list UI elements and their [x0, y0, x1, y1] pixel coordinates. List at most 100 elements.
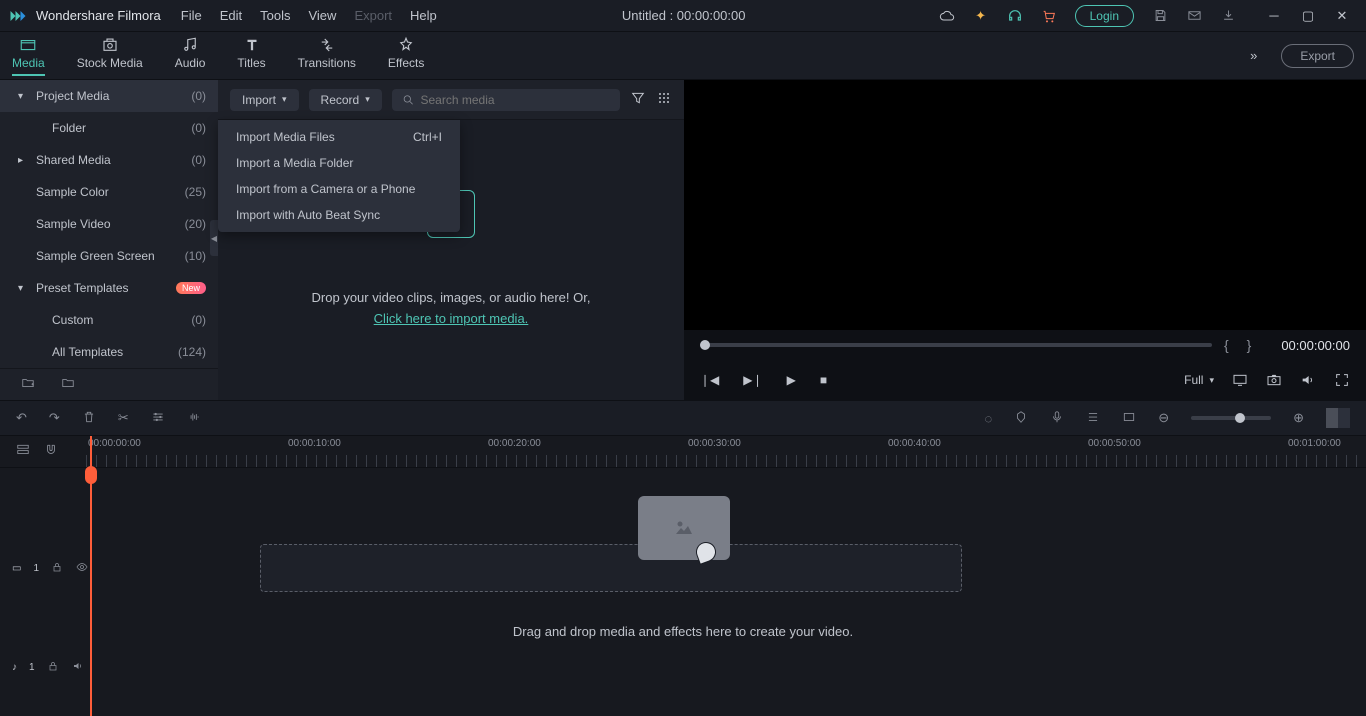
split-icon[interactable]: ✂	[118, 410, 129, 426]
cart-icon[interactable]	[1041, 8, 1057, 24]
filter-icon[interactable]	[630, 90, 646, 109]
lock-icon[interactable]	[47, 660, 59, 675]
menu-help[interactable]: Help	[410, 8, 437, 23]
audio-waveform-icon[interactable]	[187, 410, 201, 427]
export-button[interactable]: Export	[1281, 44, 1354, 68]
menu-tools[interactable]: Tools	[260, 8, 290, 23]
collapse-sidebar-handle[interactable]: ◀	[210, 220, 218, 256]
preview-quality-dropdown[interactable]: Full ▾	[1184, 373, 1214, 387]
tab-stock-media[interactable]: Stock Media	[77, 36, 143, 76]
tab-media[interactable]: Media	[12, 36, 45, 76]
playhead[interactable]	[90, 436, 92, 716]
import-media-files[interactable]: Import Media FilesCtrl+I	[218, 124, 460, 150]
search-input[interactable]	[421, 93, 611, 107]
timeline-ruler[interactable]: 00:00:00:00 00:00:10:00 00:00:20:00 00:0…	[86, 436, 1366, 467]
import-dropdown-button[interactable]: Import▾	[230, 89, 299, 111]
timeline-area: 00:00:00:00 00:00:10:00 00:00:20:00 00:0…	[0, 436, 1366, 716]
menu-file[interactable]: File	[181, 8, 202, 23]
mute-icon[interactable]	[71, 660, 85, 675]
lock-icon[interactable]	[51, 561, 63, 576]
dragged-media-thumb[interactable]	[638, 496, 730, 560]
crop-icon[interactable]	[1122, 410, 1136, 427]
close-icon[interactable]: ✕	[1334, 8, 1350, 24]
menu-view[interactable]: View	[308, 8, 336, 23]
sidebar-item-sample-green-screen[interactable]: Sample Green Screen(10)	[0, 240, 218, 272]
voiceover-icon[interactable]	[1050, 410, 1064, 427]
fullscreen-icon[interactable]	[1334, 372, 1350, 388]
save-icon[interactable]	[1152, 8, 1168, 24]
sidebar-item-sample-video[interactable]: Sample Video(20)	[0, 208, 218, 240]
track-manager-icon[interactable]	[16, 443, 30, 460]
import-media-folder[interactable]: Import a Media Folder	[218, 150, 460, 176]
ruler-mark: 00:00:20:00	[488, 438, 541, 449]
sidebar-item-shared-media[interactable]: ▸Shared Media(0)	[0, 144, 218, 176]
mixer-icon[interactable]	[1086, 410, 1100, 427]
redo-icon[interactable]: ↷	[49, 410, 60, 426]
import-from-camera[interactable]: Import from a Camera or a Phone	[218, 176, 460, 202]
display-icon[interactable]	[1232, 372, 1248, 388]
mail-icon[interactable]	[1186, 8, 1202, 24]
more-tabs-icon[interactable]: »	[1250, 48, 1257, 63]
tab-effects-label: Effects	[388, 56, 424, 70]
magnet-icon[interactable]	[44, 443, 58, 460]
sidebar-item-all-templates[interactable]: All Templates(124)	[0, 336, 218, 368]
new-folder-icon[interactable]	[20, 376, 36, 393]
tab-transitions-label: Transitions	[298, 56, 356, 70]
play-button[interactable]: ▶	[787, 373, 796, 387]
sidebar-item-preset-templates[interactable]: ▾Preset TemplatesNew	[0, 272, 218, 304]
zoom-out-icon[interactable]: ⊖	[1158, 410, 1169, 426]
delete-icon[interactable]	[82, 410, 96, 427]
record-dropdown-button[interactable]: Record▾	[309, 89, 382, 111]
cloud-icon[interactable]	[939, 8, 955, 24]
grid-view-icon[interactable]	[656, 90, 672, 109]
import-auto-beat-sync[interactable]: Import with Auto Beat Sync	[218, 202, 460, 228]
preview-progress-bar: {} 00:00:00:00	[684, 330, 1366, 360]
next-frame-button[interactable]: ▶❘	[743, 373, 762, 387]
video-track-content[interactable]	[86, 524, 1366, 612]
prev-frame-button[interactable]: ❘◀	[700, 373, 719, 387]
timeline-hint-text: Drag and drop media and effects here to …	[0, 624, 1366, 639]
tab-transitions[interactable]: Transitions	[298, 36, 356, 76]
stop-button[interactable]: ■	[820, 373, 827, 387]
audio-track-content[interactable]	[86, 645, 1366, 689]
ruler-mark: 00:00:40:00	[888, 438, 941, 449]
snapshot-icon[interactable]	[1266, 372, 1282, 388]
volume-icon[interactable]	[1300, 372, 1316, 388]
bracket-icons[interactable]: {}	[1224, 337, 1269, 353]
zoom-slider[interactable]	[1191, 416, 1271, 420]
download-icon[interactable]	[1220, 8, 1236, 24]
chevron-down-icon: ▾	[1209, 375, 1214, 386]
sidebar-item-sample-color[interactable]: Sample Color(25)	[0, 176, 218, 208]
menu-edit[interactable]: Edit	[220, 8, 242, 23]
chevron-down-icon: ▾	[18, 91, 30, 102]
zoom-in-icon[interactable]: ⊕	[1293, 410, 1304, 426]
import-media-link[interactable]: Click here to import media.	[374, 311, 529, 326]
progress-slider[interactable]	[700, 343, 1212, 347]
tab-effects[interactable]: Effects	[388, 36, 424, 76]
sidebar-footer	[0, 368, 218, 400]
maximize-icon[interactable]: ▢	[1300, 8, 1316, 24]
render-icon[interactable]: ◌	[984, 411, 992, 426]
minimize-icon[interactable]: ─	[1266, 8, 1282, 24]
ruler-mark: 00:00:30:00	[688, 438, 741, 449]
track-number: 1	[29, 662, 35, 673]
sidebar-item-folder[interactable]: Folder(0)	[0, 112, 218, 144]
media-panel: ◀ Import▾ Record▾ Import Media FilesCtrl…	[218, 80, 684, 400]
marker-icon[interactable]	[1014, 410, 1028, 427]
tab-titles[interactable]: Titles	[237, 36, 265, 76]
sidebar-item-project-media[interactable]: ▾Project Media(0)	[0, 80, 218, 112]
preview-viewport	[684, 80, 1366, 330]
undo-icon[interactable]: ↶	[16, 410, 27, 426]
adjust-icon[interactable]	[151, 410, 165, 427]
timeline-scale-toggle[interactable]	[1326, 408, 1350, 428]
search-media-field[interactable]	[392, 89, 620, 111]
lightbulb-icon[interactable]: ✦	[973, 8, 989, 24]
tab-audio[interactable]: Audio	[175, 36, 206, 76]
title-bar-actions: ✦ Login ─ ▢ ✕	[931, 5, 1358, 27]
ruler-mark: 00:00:00:00	[88, 438, 141, 449]
login-button[interactable]: Login	[1075, 5, 1134, 27]
headphones-icon[interactable]	[1007, 8, 1023, 24]
folder-icon[interactable]	[60, 376, 76, 393]
timeline-drop-zone[interactable]	[260, 544, 962, 592]
sidebar-item-custom[interactable]: Custom(0)	[0, 304, 218, 336]
